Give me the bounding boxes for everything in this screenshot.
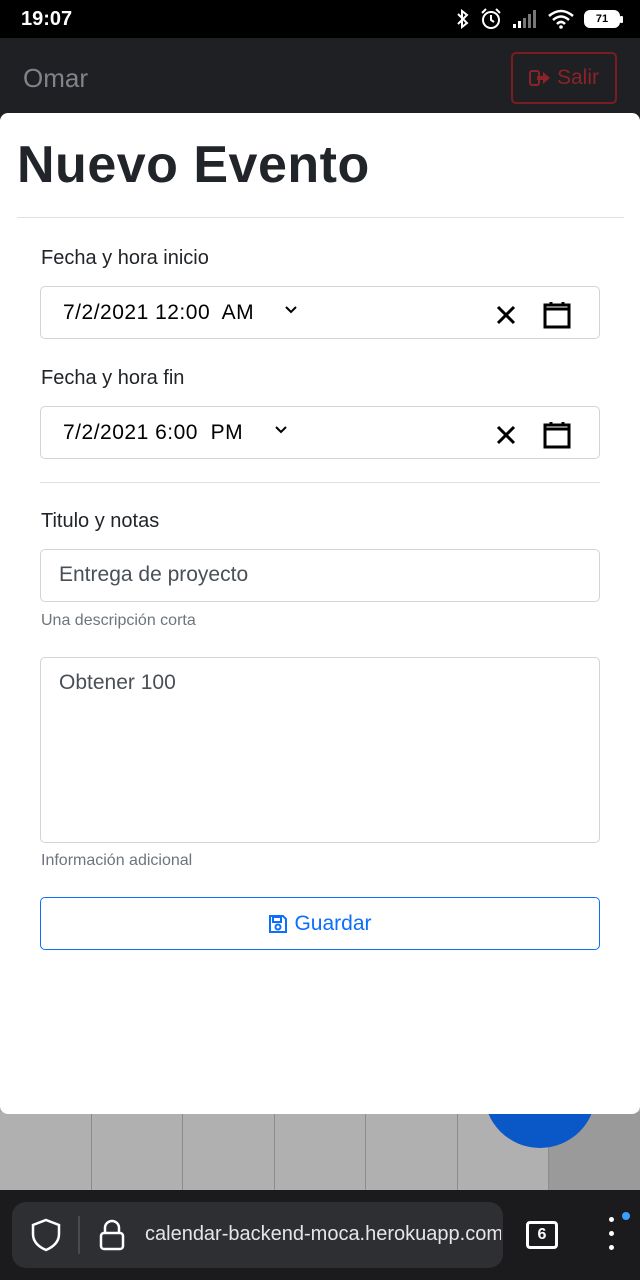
notes-textarea[interactable]: Obtener 100 [40,657,600,843]
logout-label: Salir [556,66,599,89]
form-divider [40,482,600,483]
status-time: 19:07 [21,8,73,30]
calendar-cell[interactable] [366,1112,458,1190]
event-title-input[interactable]: Entrega de proyecto [40,549,600,602]
new-event-modal: Nuevo Evento Fecha y hora inicio 7/2/202… [0,113,640,1114]
clear-icon[interactable] [496,425,516,445]
chevron-down-icon[interactable] [274,425,288,435]
logout-button[interactable]: Salir [511,52,617,104]
address-bar[interactable]: calendar-backend-moca.herokuapp.com [12,1202,503,1268]
end-label: Fecha y hora fin [41,367,185,389]
start-datetime-input[interactable]: 7/2/2021 12:00 AM [40,286,600,339]
browser-toolbar: calendar-backend-moca.herokuapp.com 6 [0,1190,640,1280]
user-name: Omar [23,63,88,93]
start-datetime-value: 7/2/2021 12:00 AM [63,301,255,324]
lock-icon[interactable] [98,1219,126,1251]
modal-title: Nuevo Evento [17,136,370,194]
sign-out-icon [528,70,550,86]
save-icon [269,914,288,933]
status-icons: 71 [456,8,623,30]
title-divider [17,217,624,218]
signal-icon [513,10,536,28]
title-notes-label: Titulo y notas [41,510,160,532]
start-label: Fecha y hora inicio [41,247,209,269]
calendar-cell[interactable] [183,1112,275,1190]
status-bar: 19:07 71 [0,0,640,38]
shield-icon[interactable] [30,1218,62,1252]
save-button[interactable]: Guardar [40,897,600,950]
notes-help-text: Información adicional [41,852,193,869]
app-navbar: Omar Salir [0,38,640,120]
wifi-icon [548,9,574,29]
calendar-cell[interactable] [91,1112,184,1190]
title-help-text: Una descripción corta [41,612,196,629]
calendar-cell[interactable] [274,1112,367,1190]
clear-icon[interactable] [496,305,516,325]
calendar-icon[interactable] [543,301,571,329]
tabs-button[interactable]: 6 [526,1221,558,1249]
url-text[interactable]: calendar-backend-moca.herokuapp.com [145,1223,501,1246]
end-datetime-input[interactable]: 7/2/2021 6:00 PM [40,406,600,459]
address-separator [78,1216,80,1254]
calendar-cell[interactable] [0,1112,92,1190]
chevron-down-icon[interactable] [284,305,298,315]
notification-dot [622,1212,630,1220]
save-label: Guardar [294,911,372,935]
alarm-icon [481,8,501,29]
end-datetime-value: 7/2/2021 6:00 PM [63,421,244,444]
battery-icon: 71 [584,10,623,28]
calendar-icon[interactable] [543,421,571,449]
bluetooth-icon [457,9,469,29]
more-menu-icon[interactable] [606,1217,616,1253]
